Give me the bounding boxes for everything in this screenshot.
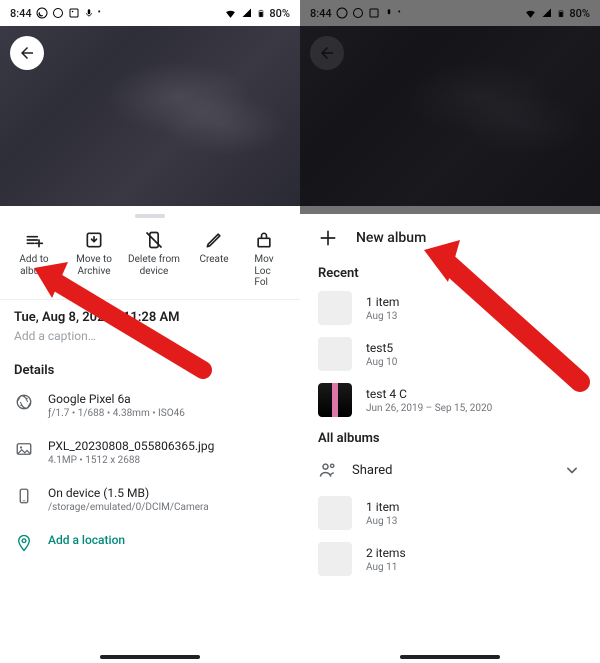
album-row[interactable]: test 4 C Jun 26, 2019 – Sep 15, 2020: [300, 377, 600, 423]
archive-icon: [84, 230, 104, 250]
circle-icon: [52, 7, 64, 19]
recent-header: Recent: [300, 258, 600, 285]
detail-storage: On device (1.5 MB) /storage/emulated/0/D…: [0, 476, 300, 523]
location-icon: [15, 534, 33, 552]
shared-row[interactable]: Shared: [300, 450, 600, 490]
detail-device: Google Pixel 6a ƒ/1.7 • 1/688 • 4.38mm •…: [0, 382, 300, 429]
status-time: 8:44: [10, 7, 32, 20]
details-header: Details: [14, 363, 286, 378]
mic-icon: [384, 8, 394, 18]
phone-right: 8:44 • 80% New album Recent 1 it: [300, 0, 600, 663]
battery-icon: [257, 7, 265, 20]
album-thumb: [318, 383, 352, 417]
action-create[interactable]: Create: [184, 228, 244, 291]
whatsapp-icon: [36, 7, 48, 19]
gesture-bar[interactable]: [100, 655, 200, 659]
album-row[interactable]: 1 item Aug 13: [300, 490, 600, 536]
detail-add-location[interactable]: Add a location: [0, 523, 300, 562]
whatsapp-icon: [336, 7, 348, 19]
action-move-to-archive[interactable]: Move to Archive: [64, 228, 124, 291]
album-thumb: [318, 337, 352, 371]
sheet-handle[interactable]: [135, 214, 165, 218]
bottom-sheet-album-picker: New album Recent 1 item Aug 13 test5 Aug…: [300, 214, 600, 663]
image-icon: [15, 440, 33, 458]
arrow-left-icon: [318, 44, 336, 62]
status-bar: 8:44 • 80%: [0, 0, 300, 26]
delete-device-icon: [144, 230, 164, 250]
create-icon: [204, 230, 224, 250]
photo-icon: [368, 7, 380, 19]
bottom-sheet-info: Add to album Move to Archive Delete from…: [0, 206, 300, 663]
shared-icon: [318, 460, 338, 480]
photo-preview: [300, 26, 600, 206]
phone-icon: [15, 487, 33, 505]
album-row[interactable]: 2 items Aug 11: [300, 536, 600, 582]
signal-icon: [241, 7, 253, 19]
album-thumb: [318, 542, 352, 576]
plus-icon: [318, 228, 338, 248]
back-button[interactable]: [310, 36, 344, 70]
action-delete-from-device[interactable]: Delete from device: [124, 228, 184, 291]
wifi-icon: [224, 7, 237, 20]
status-bar: 8:44 • 80%: [300, 0, 600, 26]
album-row[interactable]: 1 item Aug 13: [300, 285, 600, 331]
action-move-to-locked[interactable]: MovLocFol: [244, 228, 284, 291]
chevron-down-icon: [562, 460, 582, 480]
add-to-album-icon: [24, 230, 44, 250]
photo-preview[interactable]: [0, 26, 300, 206]
action-row[interactable]: Add to album Move to Archive Delete from…: [0, 224, 300, 300]
circle-icon: [352, 7, 364, 19]
mic-icon: [84, 8, 94, 18]
photo-icon: [68, 7, 80, 19]
battery-icon: [557, 7, 565, 20]
timestamp-section: Tue, Aug 8, 2023 • 11:28 AM Add a captio…: [0, 300, 300, 353]
detail-file: PXL_20230808_055806365.jpg 4.1MP • 1512 …: [0, 429, 300, 476]
arrow-left-icon: [18, 44, 36, 62]
battery-pct: 80%: [569, 7, 590, 20]
status-time: 8:44: [310, 7, 332, 20]
battery-pct: 80%: [269, 7, 290, 20]
all-albums-header: All albums: [300, 423, 600, 450]
action-add-to-album[interactable]: Add to album: [4, 228, 64, 291]
locked-folder-icon: [254, 230, 274, 250]
album-thumb: [318, 291, 352, 325]
album-row[interactable]: test5 Aug 10: [300, 331, 600, 377]
signal-icon: [541, 7, 553, 19]
back-button[interactable]: [10, 36, 44, 70]
gesture-bar[interactable]: [400, 655, 500, 659]
timestamp: Tue, Aug 8, 2023 • 11:28 AM: [14, 310, 286, 325]
album-thumb: [318, 496, 352, 530]
caption-input[interactable]: Add a caption…: [14, 329, 286, 343]
dot-icon: •: [98, 8, 101, 18]
phone-left: 8:44 • 80% Add to album Mov: [0, 0, 300, 663]
wifi-icon: [524, 7, 537, 20]
aperture-icon: [15, 393, 33, 411]
new-album-button[interactable]: New album: [300, 214, 600, 258]
